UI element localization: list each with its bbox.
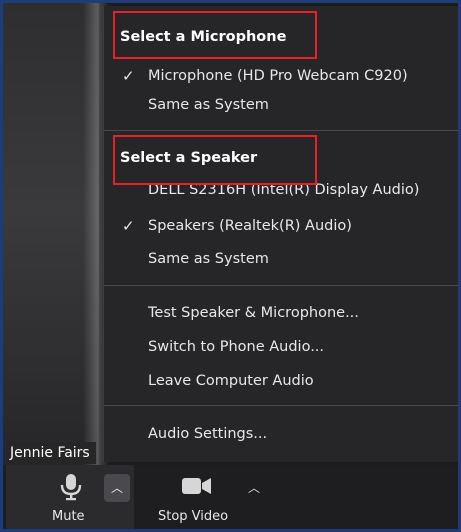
menu-item-audio-settings[interactable]: Audio Settings...	[104, 419, 458, 449]
video-options-caret-button[interactable]: ︿	[242, 474, 266, 502]
caret-up-icon: ︿	[247, 481, 260, 495]
menu-item-label: Switch to Phone Audio...	[148, 339, 325, 355]
highlight-box-speaker	[113, 135, 317, 185]
participant-name-tag: Jennie Fairs	[6, 442, 96, 464]
menu-item-label: Same as System	[148, 251, 269, 267]
menu-item-leave-computer-audio[interactable]: Leave Computer Audio	[104, 366, 458, 396]
menu-item-label: Microphone (HD Pro Webcam C920)	[148, 68, 408, 84]
menu-divider	[104, 130, 458, 131]
mute-label: Mute	[52, 509, 85, 524]
check-icon: ✓	[122, 217, 135, 235]
audio-options-caret-button[interactable]: ︿	[104, 474, 130, 502]
zoom-window: Jennie Fairs Select a Microphone ✓ Micro…	[0, 0, 461, 532]
menu-item-microphone-webcam[interactable]: ✓ Microphone (HD Pro Webcam C920)	[104, 61, 458, 91]
menu-item-test-speaker-microphone[interactable]: Test Speaker & Microphone...	[104, 298, 458, 328]
menu-item-speaker-same-as-system[interactable]: Same as System	[104, 244, 458, 274]
menu-item-label: Leave Computer Audio	[148, 373, 314, 389]
menu-item-label: Audio Settings...	[148, 426, 268, 442]
menu-item-switch-to-phone-audio[interactable]: Switch to Phone Audio...	[104, 332, 458, 362]
menu-divider	[104, 285, 458, 286]
menu-item-microphone-same-as-system[interactable]: Same as System	[104, 90, 458, 120]
stop-video-label: Stop Video	[158, 509, 229, 524]
check-icon: ✓	[122, 67, 135, 85]
microphone-icon	[60, 473, 82, 505]
menu-item-label: Test Speaker & Microphone...	[148, 305, 359, 321]
menu-divider	[104, 405, 458, 406]
menu-item-label: Same as System	[148, 97, 269, 113]
menu-item-label: Speakers (Realtek(R) Audio)	[148, 218, 352, 234]
highlight-box-microphone	[113, 11, 317, 59]
meeting-toolbar: Mute ︿ Stop Video ︿	[3, 465, 458, 529]
stop-video-button[interactable]: Stop Video	[153, 465, 239, 529]
menu-item-speaker-realtek[interactable]: ✓ Speakers (Realtek(R) Audio)	[104, 211, 458, 241]
video-camera-icon	[182, 477, 212, 499]
audio-options-menu: Select a Microphone ✓ Microphone (HD Pro…	[103, 6, 458, 462]
caret-up-icon: ︿	[110, 481, 123, 495]
